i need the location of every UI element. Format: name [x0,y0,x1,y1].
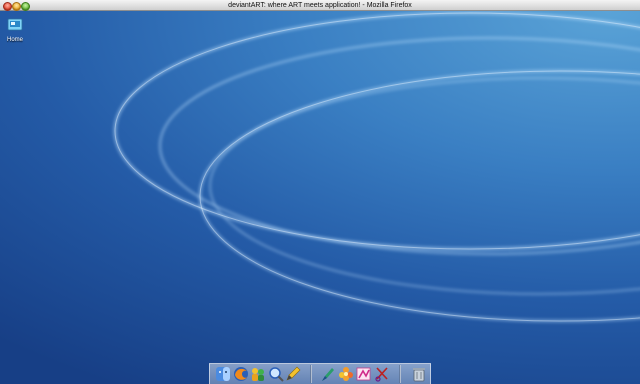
people-icon[interactable] [250,366,266,382]
dock-separator [399,365,401,383]
paint-icon[interactable] [356,366,372,382]
flower-icon[interactable] [338,366,354,382]
home-folder-icon [7,18,23,31]
brush-icon[interactable] [319,366,335,382]
pencil-icon[interactable] [285,366,301,382]
window-titlebar[interactable]: deviantART: where ART meets application!… [0,0,640,11]
dock-separator [310,365,312,383]
wallpaper-swoosh [113,11,640,323]
desktop-icon-home[interactable]: Home [4,17,26,43]
scissors-icon[interactable] [374,366,390,382]
desktop[interactable]: Home [0,11,640,384]
finder-icon[interactable] [215,366,231,382]
firefox-icon[interactable] [233,366,249,382]
desktop-icon-label: Home [6,37,23,43]
trash-icon[interactable] [411,366,427,382]
dock [209,363,431,384]
search-icon[interactable] [268,366,284,382]
window-title: deviantART: where ART meets application!… [228,2,412,9]
